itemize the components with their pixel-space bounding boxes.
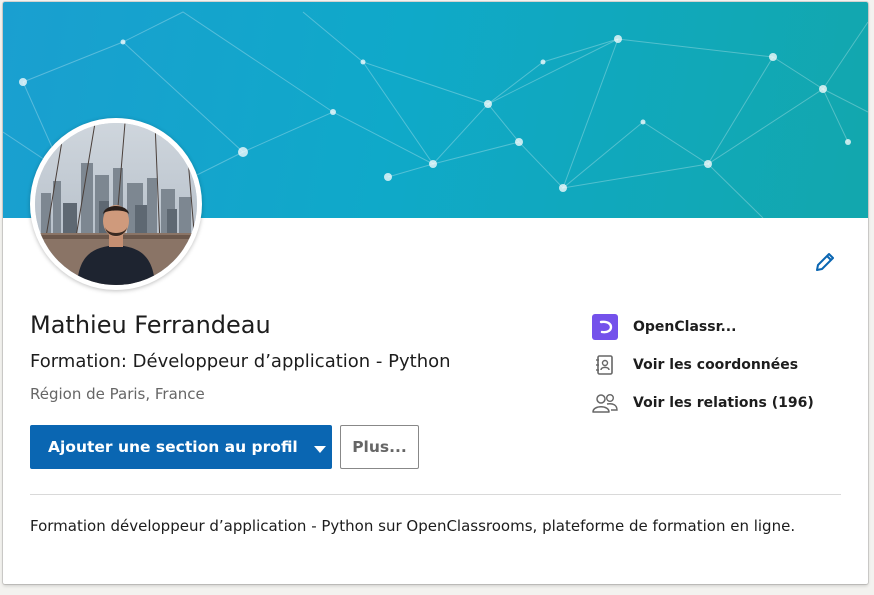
pencil-icon <box>816 253 834 271</box>
edit-profile-button[interactable] <box>809 248 839 278</box>
profile-summary: Formation développeur d’application - Py… <box>30 517 796 535</box>
sidebar-item-connections[interactable]: Voir les relations (196) <box>591 389 814 417</box>
add-profile-section-label: Ajouter une section au profil <box>48 438 298 456</box>
profile-photo-image <box>35 123 197 285</box>
sidebar-item-label: Voir les coordonnées <box>633 357 799 373</box>
caret-down-icon <box>313 445 326 453</box>
profile-photo[interactable] <box>30 118 202 290</box>
sidebar-item-label: Voir les relations (196) <box>633 395 814 411</box>
more-button[interactable]: Plus... <box>340 425 419 469</box>
add-profile-section-button[interactable]: Ajouter une section au profil <box>30 425 332 469</box>
people-icon <box>591 389 619 417</box>
profile-name: Mathieu Ferrandeau <box>30 311 271 339</box>
address-book-icon <box>591 351 619 379</box>
sidebar-item-contact-info[interactable]: Voir les coordonnées <box>591 351 798 379</box>
profile-card: Mathieu Ferrandeau Formation: Développeu… <box>3 2 868 584</box>
sidebar-item-education[interactable]: OpenClassr... <box>591 313 736 341</box>
sidebar-item-label: OpenClassr... <box>633 319 737 335</box>
profile-headline: Formation: Développeur d’application - P… <box>30 351 451 372</box>
profile-location: Région de Paris, France <box>30 385 205 403</box>
section-divider <box>30 494 841 495</box>
openclassrooms-logo-icon <box>591 313 619 341</box>
